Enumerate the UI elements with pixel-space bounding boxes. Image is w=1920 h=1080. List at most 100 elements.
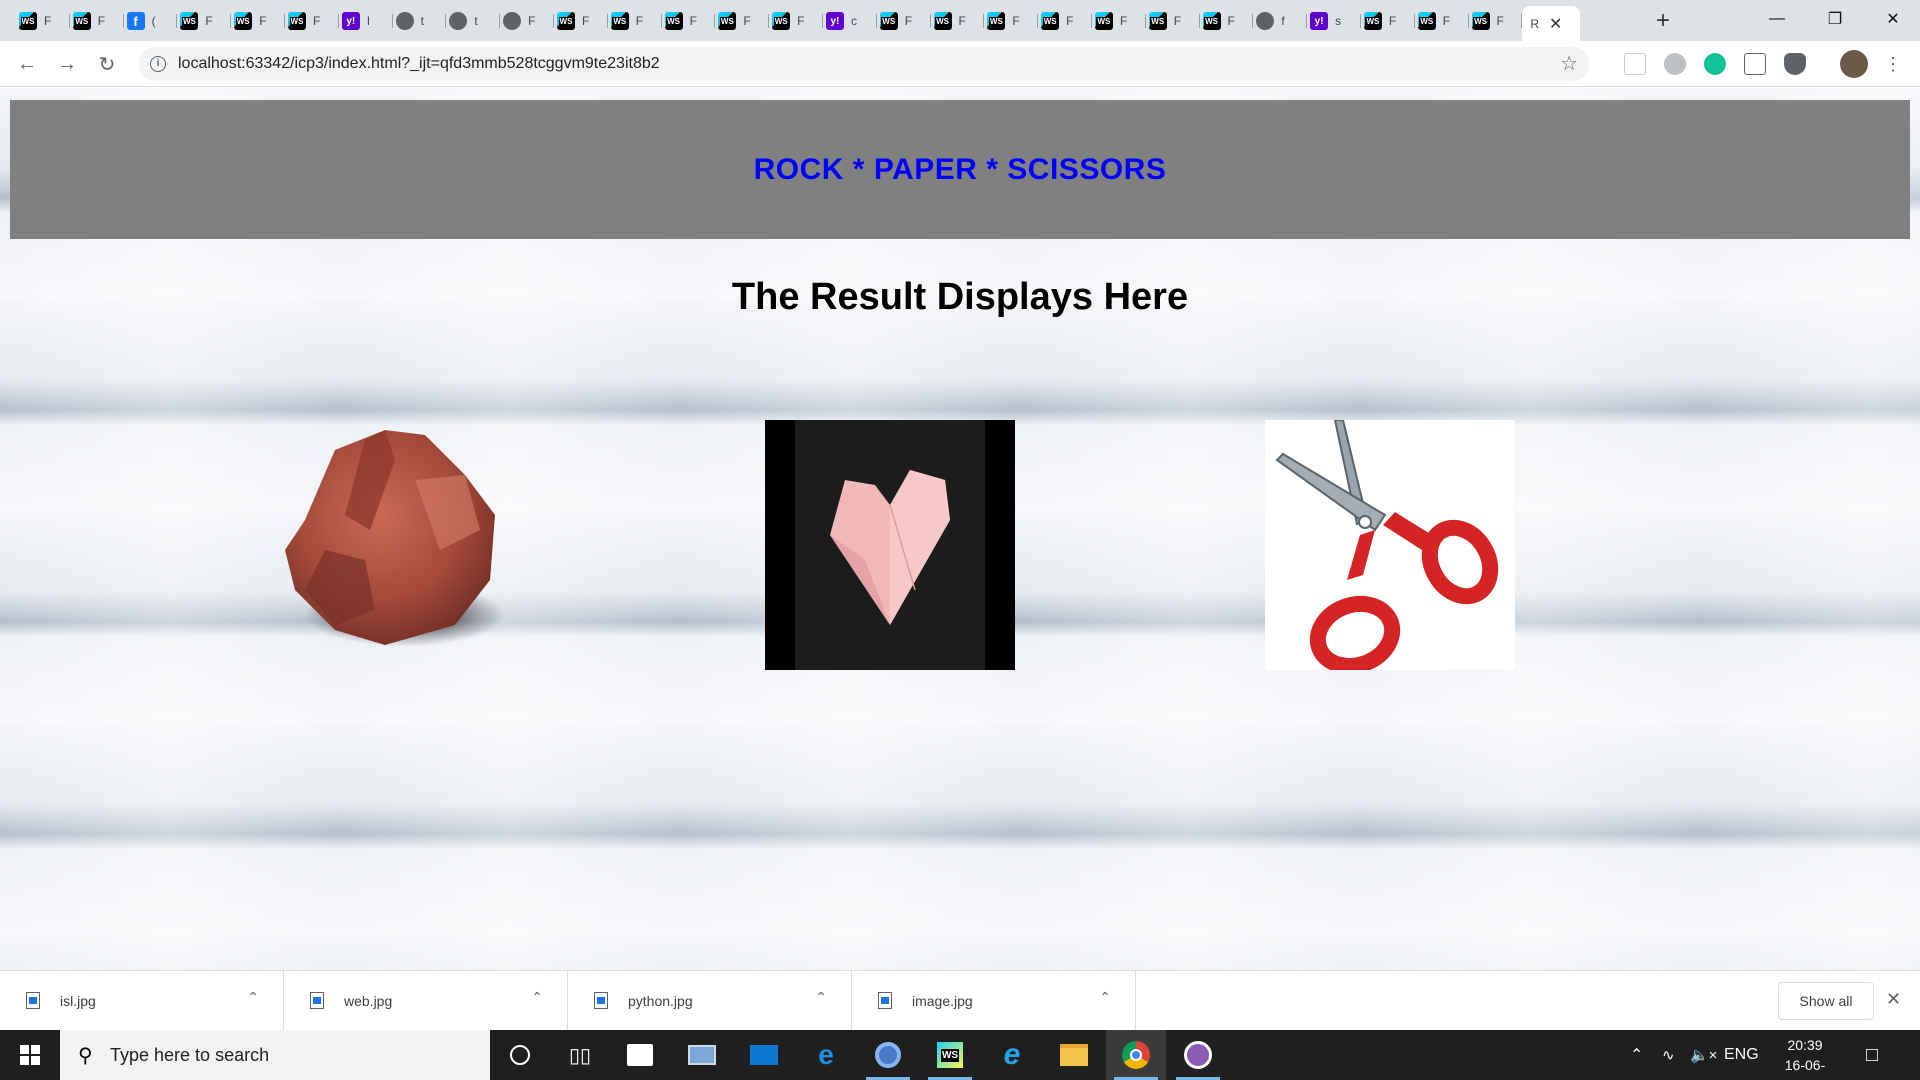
file-explorer-icon[interactable] bbox=[1044, 1030, 1104, 1080]
download-item[interactable]: isl.jpg ⌃ bbox=[0, 971, 284, 1031]
webstorm-icon bbox=[718, 12, 737, 30]
webstorm-icon bbox=[1417, 12, 1436, 30]
remote-desktop-icon[interactable] bbox=[672, 1030, 732, 1080]
download-item[interactable]: python.jpg ⌃ bbox=[568, 971, 852, 1031]
speaker-muted-icon[interactable]: 🔈× bbox=[1690, 1030, 1717, 1080]
chevron-up-icon[interactable]: ⌃ bbox=[531, 989, 543, 1006]
menu-kebab-icon[interactable]: ⋮ bbox=[1878, 49, 1908, 79]
close-window-button[interactable]: ✕ bbox=[1870, 0, 1916, 38]
taskbar-search[interactable]: ⚲ Type here to search bbox=[60, 1030, 490, 1080]
close-icon[interactable]: ✕ bbox=[1886, 989, 1901, 1010]
chevron-up-icon[interactable]: ⌃ bbox=[247, 989, 259, 1006]
github-desktop-icon[interactable] bbox=[1168, 1030, 1228, 1080]
restore-button[interactable]: ❐ bbox=[1812, 0, 1858, 38]
store-icon[interactable] bbox=[610, 1030, 670, 1080]
chrome-icon[interactable] bbox=[1106, 1030, 1166, 1080]
edge-icon[interactable]: e bbox=[796, 1030, 856, 1080]
tab-title: I bbox=[366, 14, 371, 28]
tab-title: c bbox=[850, 14, 857, 28]
scissors-choice[interactable] bbox=[1265, 419, 1515, 675]
browser-tab[interactable]: F bbox=[1469, 6, 1523, 36]
show-all-button[interactable]: Show all bbox=[1778, 982, 1874, 1020]
extension-pocket-icon[interactable] bbox=[1624, 53, 1646, 75]
notification-icon[interactable]: □ bbox=[1866, 1030, 1878, 1080]
start-button[interactable] bbox=[0, 1030, 60, 1080]
browser-tab[interactable]: t bbox=[393, 6, 447, 36]
tab-title: F bbox=[1442, 14, 1451, 28]
paper-choice[interactable] bbox=[765, 420, 1015, 670]
shield-icon[interactable] bbox=[1784, 53, 1806, 75]
back-button[interactable]: ← bbox=[12, 49, 42, 79]
tab-title: F bbox=[97, 14, 106, 28]
browser-tab[interactable]: F bbox=[285, 6, 339, 36]
tab-title: ( bbox=[151, 14, 156, 28]
wifi-icon[interactable]: ∿ bbox=[1662, 1030, 1675, 1080]
download-item[interactable]: image.jpg ⌃ bbox=[852, 971, 1136, 1031]
clock[interactable]: 20:39 16-06-2020 bbox=[1770, 1035, 1840, 1080]
task-view-icon[interactable]: ▯▯ bbox=[550, 1030, 610, 1080]
language-indicator[interactable]: ENG bbox=[1724, 1030, 1759, 1080]
mail-icon[interactable] bbox=[734, 1030, 794, 1080]
extension-globe-icon[interactable] bbox=[1664, 53, 1686, 75]
browser-tab[interactable]: F bbox=[1361, 6, 1415, 36]
bookmark-star-icon[interactable]: ☆ bbox=[1560, 51, 1578, 76]
reload-button[interactable]: ↻ bbox=[92, 49, 122, 79]
internet-explorer-icon[interactable]: e bbox=[982, 1030, 1042, 1080]
info-icon[interactable]: i bbox=[150, 56, 166, 72]
extension-dictionary-icon[interactable] bbox=[1744, 53, 1766, 75]
cortana-icon[interactable] bbox=[490, 1030, 550, 1080]
active-tab[interactable]: R ✕ bbox=[1522, 6, 1581, 41]
tab-title: F bbox=[1173, 14, 1182, 28]
browser-tab[interactable]: F bbox=[1038, 6, 1092, 36]
browser-tab[interactable]: t bbox=[446, 6, 500, 36]
browser-tab[interactable]: F bbox=[500, 6, 554, 36]
chevron-up-icon[interactable]: ⌃ bbox=[1099, 989, 1111, 1006]
webstorm-icon bbox=[987, 12, 1006, 30]
browser-tab[interactable]: F bbox=[1415, 6, 1469, 36]
webstorm-icon[interactable]: WS bbox=[920, 1030, 980, 1080]
tab-strip: FFf(FFFy!IttFFFFFFy!cFFFFFFFfy!sFFFR✕ + … bbox=[0, 0, 1920, 41]
download-filename[interactable]: python.jpg bbox=[628, 993, 693, 1009]
browser-tab[interactable]: F bbox=[1200, 6, 1254, 36]
url-text[interactable]: localhost:63342/icp3/index.html?_ijt=qfd… bbox=[178, 55, 660, 73]
forward-button[interactable]: → bbox=[52, 49, 82, 79]
browser-tab[interactable]: F bbox=[715, 6, 769, 36]
download-filename[interactable]: image.jpg bbox=[912, 993, 973, 1009]
browser-tab[interactable]: F bbox=[769, 6, 823, 36]
download-item[interactable]: web.jpg ⌃ bbox=[284, 971, 568, 1031]
grammarly-icon[interactable] bbox=[1704, 53, 1726, 75]
chevron-up-icon[interactable]: ⌃ bbox=[1630, 1030, 1643, 1080]
browser-tab[interactable]: F bbox=[70, 6, 124, 36]
browser-tab[interactable]: F bbox=[984, 6, 1038, 36]
download-filename[interactable]: isl.jpg bbox=[60, 993, 96, 1009]
search-input[interactable]: Type here to search bbox=[110, 1045, 269, 1066]
browser-tab[interactable]: F bbox=[231, 6, 285, 36]
tab-title: F bbox=[1227, 14, 1235, 28]
browser-tab[interactable]: F bbox=[931, 6, 985, 36]
chevron-up-icon[interactable]: ⌃ bbox=[815, 989, 827, 1006]
minimize-button[interactable]: — bbox=[1754, 0, 1800, 38]
browser-tab[interactable]: F bbox=[1092, 6, 1146, 36]
browser-tab[interactable]: f( bbox=[124, 6, 178, 36]
browser-tab[interactable]: F bbox=[16, 6, 70, 36]
browser-tab[interactable]: F bbox=[177, 6, 231, 36]
chromium-icon[interactable] bbox=[858, 1030, 918, 1080]
new-tab-button[interactable]: + bbox=[1656, 6, 1670, 36]
webstorm-icon bbox=[1094, 12, 1113, 30]
download-filename[interactable]: web.jpg bbox=[344, 993, 392, 1009]
address-bar[interactable]: i localhost:63342/icp3/index.html?_ijt=q… bbox=[138, 47, 1590, 81]
browser-tab[interactable]: F bbox=[662, 6, 716, 36]
browser-tab[interactable]: F bbox=[877, 6, 931, 36]
browser-tab[interactable]: F bbox=[554, 6, 608, 36]
profile-avatar[interactable] bbox=[1840, 50, 1868, 78]
rock-choice[interactable] bbox=[265, 420, 515, 670]
close-tab-icon[interactable]: ✕ bbox=[1549, 14, 1562, 34]
tab-title: F bbox=[635, 14, 644, 28]
tab-title: F bbox=[581, 14, 590, 28]
browser-tab[interactable]: F bbox=[608, 6, 662, 36]
browser-tab[interactable]: f bbox=[1253, 6, 1307, 36]
browser-tab[interactable]: F bbox=[1146, 6, 1200, 36]
browser-tab[interactable]: y! c bbox=[823, 6, 877, 36]
browser-tab[interactable]: y! s bbox=[1307, 6, 1361, 36]
browser-tab[interactable]: y! I bbox=[339, 6, 393, 36]
